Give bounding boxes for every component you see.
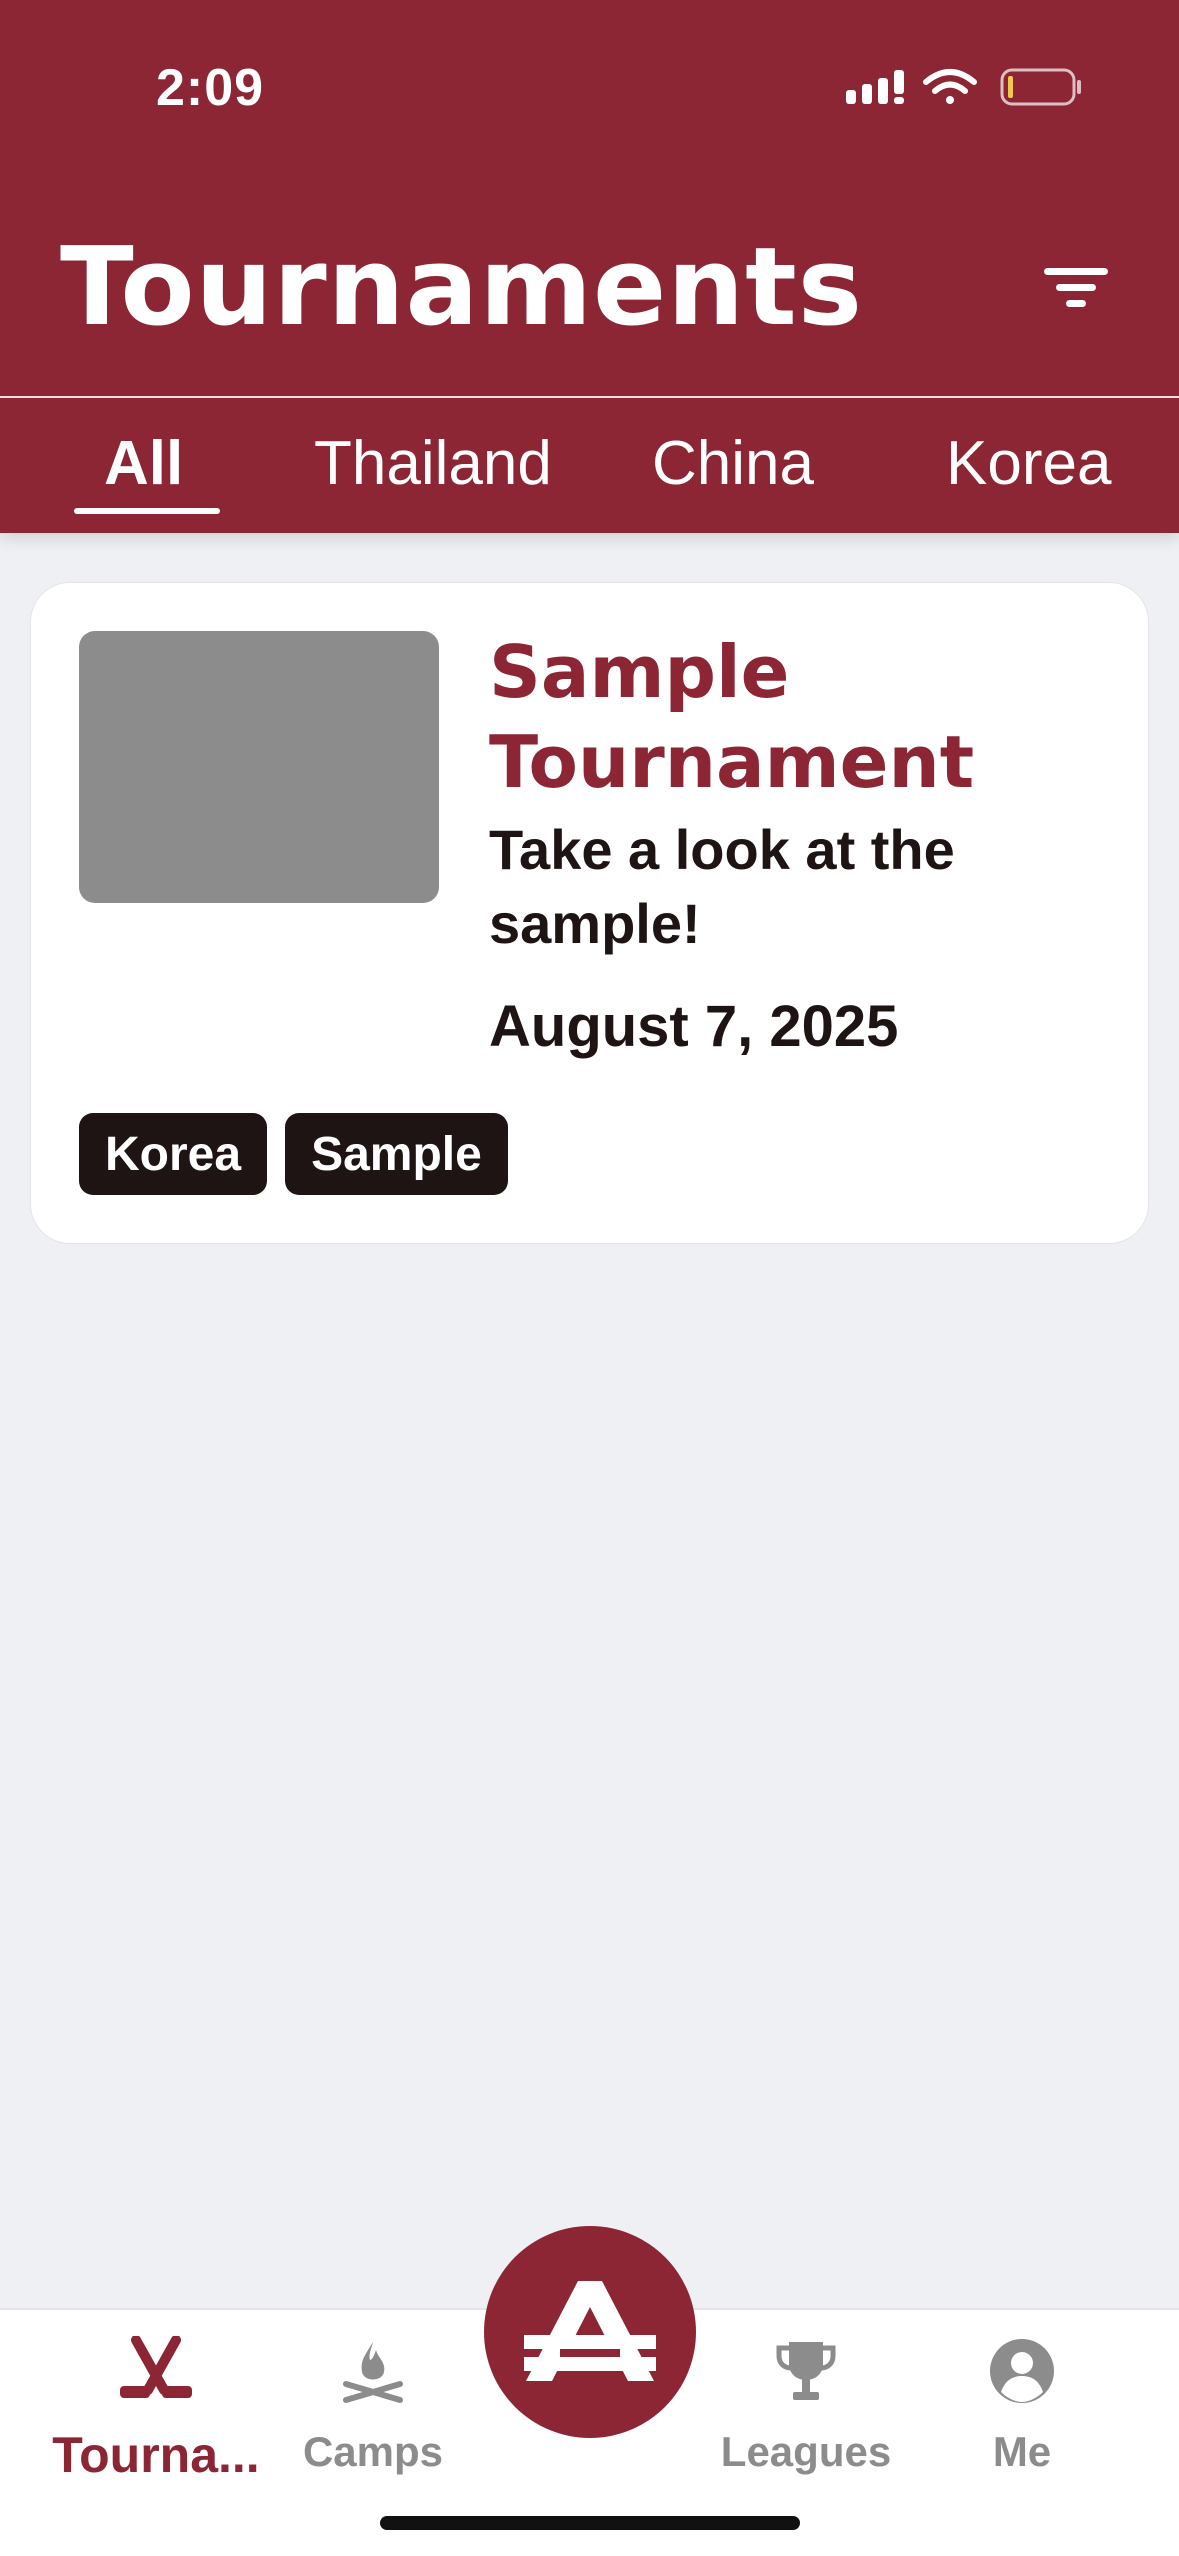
tournament-thumbnail <box>79 631 439 903</box>
app-logo-icon <box>524 2281 656 2381</box>
wifi-icon <box>923 69 977 104</box>
page-title: Tournaments <box>60 225 864 350</box>
nav-tournaments-label: Tourna... <box>52 2427 260 2483</box>
trophy-icon <box>776 2342 836 2400</box>
status-icons <box>846 68 1081 106</box>
nav-me-label: Me <box>992 2428 1052 2475</box>
tag-korea: Korea <box>79 1113 268 1195</box>
center-logo-button[interactable] <box>484 2226 696 2438</box>
tournament-card[interactable]: Sample Tournament Take a look at the sam… <box>30 582 1149 1244</box>
tab-all[interactable]: All <box>104 428 183 499</box>
nav-tournaments[interactable]: Tourna... <box>46 2310 266 2510</box>
tag-sample: Sample <box>285 1113 508 1195</box>
tournament-subtitle: Take a look at the sample! <box>489 818 955 955</box>
active-tab-indicator <box>74 508 220 514</box>
campfire-icon <box>343 2342 403 2403</box>
filter-icon[interactable] <box>1030 258 1120 318</box>
nav-camps-label: Camps <box>302 2428 444 2475</box>
tab-china[interactable]: China <box>652 428 814 499</box>
header: 2:09 Tournaments All Thailand China Kore… <box>0 0 1179 533</box>
nav-leagues-label: Leagues <box>720 2428 892 2475</box>
cellular-signal-icon <box>846 70 904 104</box>
person-icon <box>990 2339 1054 2403</box>
status-time: 2:09 <box>156 59 265 117</box>
screen: 2:09 Tournaments All Thailand China Kore… <box>0 0 1179 2556</box>
nav-camps[interactable]: Camps <box>263 2310 483 2510</box>
region-tabs: All Thailand China Korea <box>0 398 1179 533</box>
tournament-date: August 7, 2025 <box>489 994 899 1059</box>
nav-leagues[interactable]: Leagues <box>696 2310 916 2510</box>
home-indicator <box>380 2516 800 2530</box>
nav-me[interactable]: Me <box>912 2310 1132 2510</box>
tournament-title: Sample Tournament <box>489 630 975 804</box>
tab-thailand[interactable]: Thailand <box>314 428 552 499</box>
tag-list: Korea Sample <box>79 1113 508 1195</box>
tab-korea[interactable]: Korea <box>946 428 1111 499</box>
hockey-sticks-icon <box>120 2336 192 2398</box>
battery-icon <box>1000 68 1081 106</box>
